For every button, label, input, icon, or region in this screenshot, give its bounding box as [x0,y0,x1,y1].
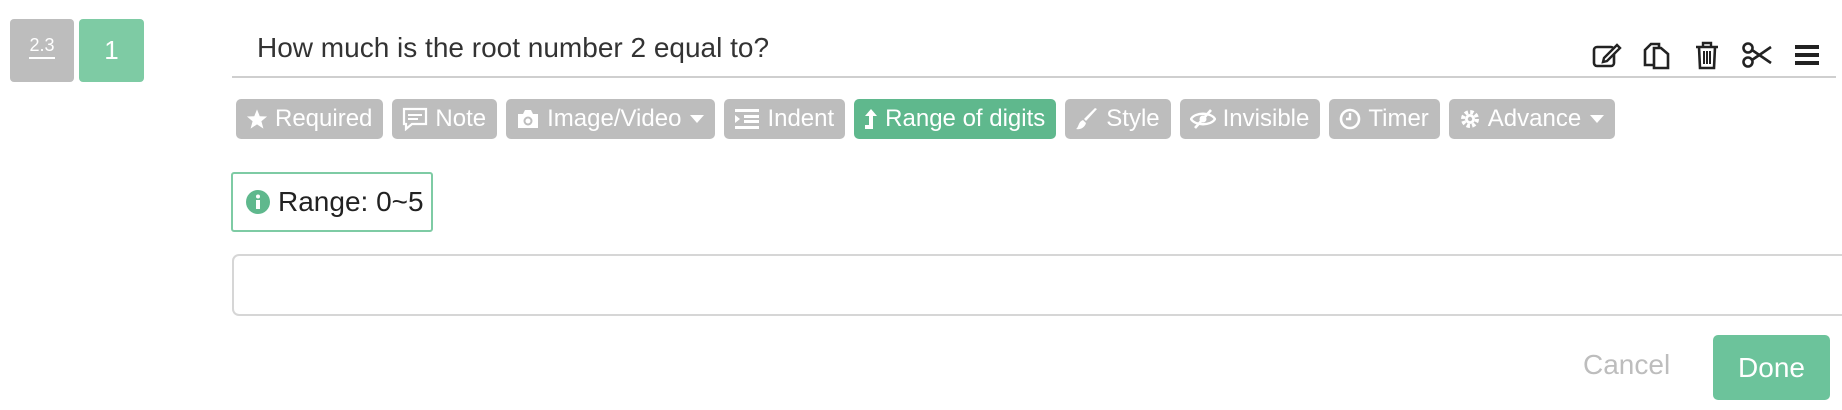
camera-icon [518,110,539,128]
question-type-underline [29,56,55,59]
advance-button[interactable]: Advance [1448,99,1616,139]
required-label: Required [275,105,373,132]
answer-input[interactable] [232,254,1842,316]
gear-icon [1460,110,1479,128]
eye-slash-icon [1189,109,1216,129]
clock-icon [1340,108,1361,130]
advance-label: Advance [1487,105,1582,132]
indent-icon [735,109,760,129]
delete-icon[interactable] [1690,38,1724,72]
question-title[interactable]: How much is the root number 2 equal to? [257,28,769,68]
cancel-button[interactable]: Cancel [1583,344,1670,386]
comment-icon [403,107,428,131]
edit-icon[interactable] [1590,38,1624,72]
indent-button[interactable]: Indent [724,99,846,139]
question-type-badge[interactable]: 2.3 [10,19,74,82]
style-label: Style [1106,105,1160,132]
done-button[interactable]: Done [1713,335,1830,400]
cut-icon[interactable] [1740,38,1774,72]
indent-label: Indent [767,105,835,132]
info-icon [246,190,270,214]
level-up-icon [865,109,878,129]
paint-brush-icon [1076,108,1098,130]
invisible-button[interactable]: Invisible [1179,99,1321,139]
range-info-box: Range: 0~5 [231,172,433,232]
timer-button[interactable]: Timer [1329,99,1440,139]
timer-label: Timer [1368,105,1429,132]
question-tools [1590,38,1824,72]
title-divider [232,76,1836,78]
image-video-button[interactable]: Image/Video [506,99,716,139]
image-video-label: Image/Video [547,105,682,132]
chevron-down-icon [690,115,705,123]
required-button[interactable]: Required [236,99,384,139]
star-icon [246,109,268,129]
style-button[interactable]: Style [1065,99,1171,139]
copy-icon[interactable] [1640,38,1674,72]
range-of-digits-label: Range of digits [885,105,1046,132]
menu-icon[interactable] [1790,38,1824,72]
invisible-label: Invisible [1222,105,1310,132]
note-label: Note [435,105,487,132]
chevron-down-icon [1590,115,1605,123]
question-number-badge[interactable]: 1 [79,19,144,82]
question-type-label: 2.3 [29,34,55,55]
range-of-digits-button[interactable]: Range of digits [854,99,1057,139]
question-toolbar: Required Note Image/Video Indent Range o… [236,99,1616,139]
range-info-text: Range: 0~5 [278,186,424,217]
note-button[interactable]: Note [392,99,498,139]
